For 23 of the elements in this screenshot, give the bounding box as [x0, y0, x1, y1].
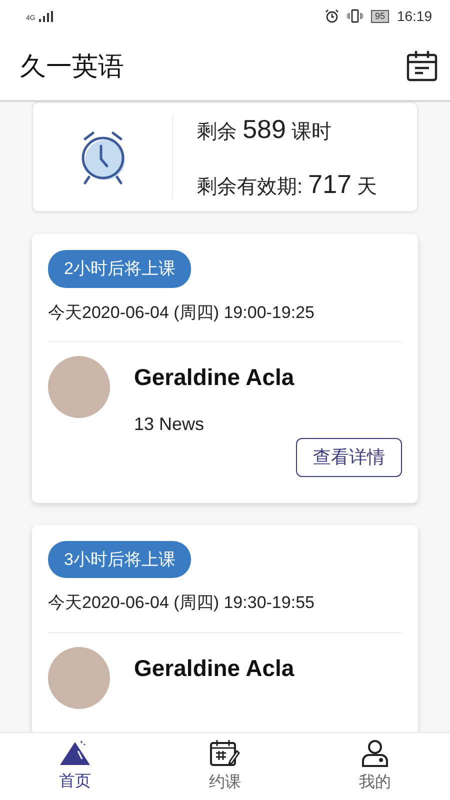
vibrate-icon	[346, 9, 363, 23]
hours-remaining-text: 剩余 589 课时	[197, 113, 333, 146]
mountain-icon	[59, 740, 91, 766]
alarm-icon	[324, 9, 339, 23]
time-until-badge: 2小时后将上课	[48, 250, 192, 288]
teacher-name: Geraldine Acla	[134, 654, 294, 682]
tab-item[interactable]: 约课	[199, 734, 251, 798]
tab-item[interactable]: 首页	[49, 736, 101, 798]
person-icon	[361, 738, 389, 766]
details-button[interactable]: 查看详情	[296, 438, 402, 476]
course-name: 13 News	[134, 412, 206, 436]
calendar-pencil-icon	[210, 738, 240, 766]
signal-icon	[39, 10, 54, 22]
tab-item[interactable]: 我的	[349, 734, 401, 798]
calendar-icon[interactable]	[406, 50, 438, 82]
lesson-datetime: 今天2020-06-04 (周四) 19:00-19:25	[48, 302, 316, 324]
validity-remaining-text: 剩余有效期: 717 天	[197, 168, 378, 201]
battery-level: 95	[370, 10, 389, 22]
lesson-datetime: 今天2020-06-04 (周四) 19:30-19:55	[48, 592, 316, 614]
teacher-name: Geraldine Acla	[134, 363, 294, 392]
app-title: 久一英语	[20, 50, 124, 82]
clock-time: 16:19	[396, 6, 432, 26]
time-until-badge: 3小时后将上课	[48, 540, 192, 578]
